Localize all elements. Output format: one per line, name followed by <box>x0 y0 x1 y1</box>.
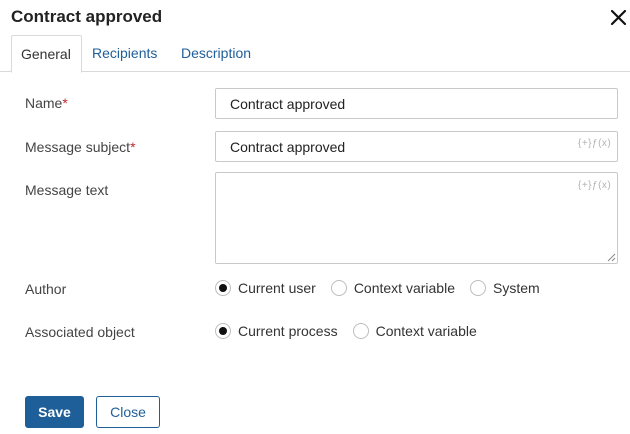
insert-variable-icon[interactable]: {+}ƒ(x) <box>578 138 611 149</box>
radio-unselected-icon[interactable] <box>352 323 369 339</box>
tab-recipients[interactable]: Recipients <box>92 35 157 72</box>
message-text-label: Message text <box>25 182 109 198</box>
radio-unselected-icon[interactable] <box>330 280 347 296</box>
message-subject-label-text: Message subject <box>25 139 131 155</box>
dialog: Contract approved General Recipients Des… <box>0 0 630 434</box>
author-option-current-user[interactable]: Current user <box>215 280 316 296</box>
associated-object-label: Associated object <box>25 324 135 340</box>
radio-selected-icon[interactable] <box>215 323 231 339</box>
author-radio-group: Current user Context variable System <box>215 280 555 296</box>
save-button[interactable]: Save <box>25 396 84 428</box>
message-text-input[interactable] <box>215 172 618 264</box>
associated-object-radio-group: Current process Context variable <box>215 323 492 339</box>
name-input[interactable] <box>215 88 618 119</box>
associated-option-context-variable[interactable]: Context variable <box>352 323 477 339</box>
tab-description[interactable]: Description <box>181 35 251 72</box>
radio-label: Current user <box>238 280 316 296</box>
dialog-title: Contract approved <box>11 7 163 26</box>
author-label: Author <box>25 281 67 297</box>
radio-label: Current process <box>238 323 338 339</box>
radio-label: Context variable <box>353 280 455 296</box>
required-mark: * <box>130 139 136 155</box>
tab-bar: General Recipients Description <box>0 35 630 73</box>
close-icon[interactable] <box>606 6 630 30</box>
associated-option-current-process[interactable]: Current process <box>215 323 338 339</box>
radio-selected-icon[interactable] <box>215 280 231 296</box>
name-label: Name* <box>25 95 68 111</box>
author-option-context-variable[interactable]: Context variable <box>330 280 455 296</box>
message-subject-label: Message subject* <box>25 139 136 155</box>
name-label-text: Name <box>25 95 63 111</box>
required-mark: * <box>62 95 68 111</box>
author-option-system[interactable]: System <box>469 280 540 296</box>
radio-label: System <box>492 280 540 296</box>
insert-variable-icon[interactable]: {+}ƒ(x) <box>578 180 611 191</box>
radio-label: Context variable <box>375 323 477 339</box>
tab-general[interactable]: General <box>11 35 82 73</box>
close-button[interactable]: Close <box>96 396 160 428</box>
message-subject-input[interactable] <box>215 131 618 162</box>
resize-grip-icon[interactable] <box>607 253 616 262</box>
radio-unselected-icon[interactable] <box>469 280 486 296</box>
